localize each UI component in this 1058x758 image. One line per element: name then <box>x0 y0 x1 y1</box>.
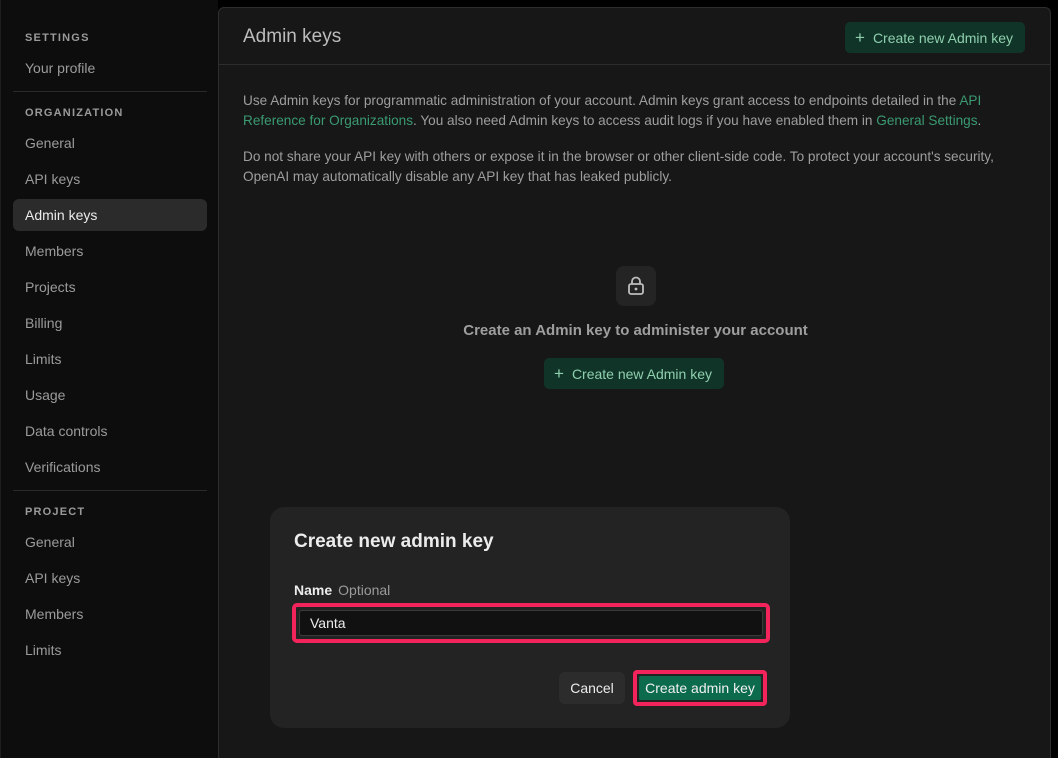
description-admin-keys: Use Admin keys for programmatic administ… <box>243 91 1023 131</box>
empty-state-create-button[interactable]: + Create new Admin key <box>544 358 725 389</box>
create-admin-key-button[interactable]: Create admin key <box>639 676 761 700</box>
description-security-warning: Do not share your API key with others or… <box>243 149 994 184</box>
modal-title: Create new admin key <box>294 531 494 552</box>
general-settings-link[interactable]: General Settings <box>876 113 977 128</box>
sidebar-item-project-members[interactable]: Members <box>13 598 207 630</box>
sidebar-divider <box>13 91 207 92</box>
optional-label: Optional <box>338 582 391 598</box>
lock-icon <box>628 276 644 295</box>
sidebar-item-members[interactable]: Members <box>13 235 207 267</box>
organization-section-label: ORGANIZATION <box>25 107 124 119</box>
description-text: Use Admin keys for programmatic administ… <box>243 93 960 108</box>
empty-state-title: Create an Admin key to administer your a… <box>463 322 808 339</box>
sidebar-item-org-api-keys[interactable]: API keys <box>13 163 207 195</box>
name-label: Name <box>294 582 333 598</box>
empty-state-create-label: Create new Admin key <box>571 365 713 382</box>
page-title: Admin keys <box>243 26 342 47</box>
plus-icon: + <box>554 364 564 383</box>
sidebar-divider <box>13 490 207 491</box>
name-input-highlight <box>292 603 770 643</box>
create-new-admin-key-label: Create new Admin key <box>872 29 1014 46</box>
sidebar-item-projects[interactable]: Projects <box>13 271 207 303</box>
sidebar-item-billing[interactable]: Billing <box>13 307 207 339</box>
create-new-admin-key-button[interactable]: + Create new Admin key <box>845 22 1026 53</box>
sidebar-item-org-general[interactable]: General <box>13 127 207 159</box>
create-admin-key-highlight: Create admin key <box>633 670 767 706</box>
sidebar: SETTINGS Your profile ORGANIZATION Gener… <box>0 0 218 758</box>
create-admin-key-modal: Create new admin key Name Optional Cancel… <box>270 507 790 728</box>
page-header: Admin keys + Create new Admin key <box>219 8 1050 65</box>
sidebar-item-project-limits[interactable]: Limits <box>13 634 207 666</box>
sidebar-item-admin-keys[interactable]: Admin keys <box>13 199 207 231</box>
project-section-label: PROJECT <box>25 506 86 518</box>
name-field-label: Name Optional <box>294 582 390 598</box>
sidebar-item-limits[interactable]: Limits <box>13 343 207 375</box>
cancel-button[interactable]: Cancel <box>559 672 625 704</box>
sidebar-item-your-profile[interactable]: Your profile <box>13 52 207 84</box>
lock-icon-container <box>616 266 656 306</box>
description-text: . You also need Admin keys to access aud… <box>413 113 877 128</box>
sidebar-item-verifications[interactable]: Verifications <box>13 451 207 483</box>
sidebar-item-data-controls[interactable]: Data controls <box>13 415 207 447</box>
name-input[interactable] <box>299 610 763 636</box>
sidebar-item-project-general[interactable]: General <box>13 526 207 558</box>
plus-icon: + <box>855 28 865 47</box>
sidebar-item-usage[interactable]: Usage <box>13 379 207 411</box>
description-text: . <box>977 113 982 128</box>
settings-section-label: SETTINGS <box>25 32 90 44</box>
sidebar-item-project-api-keys[interactable]: API keys <box>13 562 207 594</box>
